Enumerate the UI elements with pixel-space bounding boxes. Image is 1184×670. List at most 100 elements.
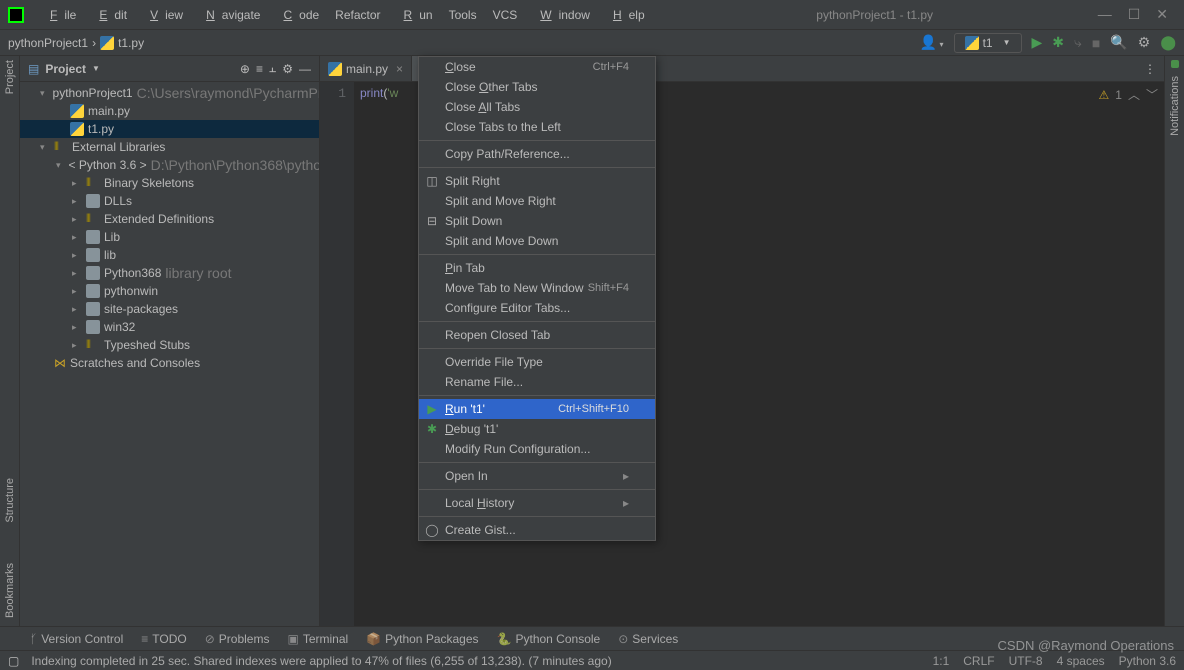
tree-node[interactable]: ⋈Scratches and Consoles: [20, 354, 319, 372]
notifications-icon[interactable]: ⬤: [1160, 34, 1176, 51]
status-cell[interactable]: 1:1: [933, 654, 950, 668]
minimize-button[interactable]: —: [1098, 6, 1112, 23]
context-item[interactable]: CloseCtrl+F4: [419, 57, 655, 77]
context-item[interactable]: Move Tab to New WindowShift+F4: [419, 278, 655, 298]
tool-version-control[interactable]: ᚶ Version Control: [30, 632, 123, 646]
tool-python-console[interactable]: 🐍 Python Console: [497, 632, 601, 646]
tree-node[interactable]: ▸Binary Skeletons: [20, 174, 319, 192]
inspection-widget[interactable]: ⚠ 1 ︿ ﹀: [1099, 86, 1158, 103]
structure-tool-button[interactable]: Structure: [4, 478, 16, 523]
menu-navigate[interactable]: Navigate: [192, 4, 267, 26]
chevron-down-icon[interactable]: ▼: [92, 64, 100, 73]
context-item[interactable]: Open In▸: [419, 466, 655, 486]
chevron-down-icon: ▼: [1003, 38, 1011, 47]
tool-problems[interactable]: ⊘ Problems: [205, 632, 270, 646]
tree-node[interactable]: ▸Extended Definitions: [20, 210, 319, 228]
tree-node[interactable]: t1.py: [20, 120, 319, 138]
context-item[interactable]: Copy Path/Reference...: [419, 144, 655, 164]
editor-tab[interactable]: main.py×: [320, 56, 412, 81]
menu-code[interactable]: Code: [269, 4, 326, 26]
tree-node[interactable]: ▾< Python 3.6 > D:\Python\Python368\pyth…: [20, 156, 319, 174]
menu-help[interactable]: Help: [599, 4, 652, 26]
context-item[interactable]: Split and Move Down: [419, 231, 655, 251]
menu-view[interactable]: View: [136, 4, 190, 26]
context-item[interactable]: Local History▸: [419, 493, 655, 513]
context-item[interactable]: ◯Create Gist...: [419, 520, 655, 540]
tree-node[interactable]: ▾pythonProject1 C:\Users\raymond\Pycharm…: [20, 84, 319, 102]
breadcrumb-project[interactable]: pythonProject1: [8, 36, 88, 50]
context-item[interactable]: ◫Split Right: [419, 171, 655, 191]
tree-node[interactable]: main.py: [20, 102, 319, 120]
context-item[interactable]: Rename File...: [419, 372, 655, 392]
tree-node[interactable]: ▸lib: [20, 246, 319, 264]
project-tree[interactable]: ▾pythonProject1 C:\Users\raymond\Pycharm…: [20, 82, 319, 626]
status-cell[interactable]: CRLF: [963, 654, 994, 668]
close-tab-icon[interactable]: ×: [396, 62, 403, 76]
notifications-indicator-icon[interactable]: [1171, 60, 1179, 68]
tree-node[interactable]: ▾External Libraries: [20, 138, 319, 156]
chevron-down-icon[interactable]: ﹀: [1146, 86, 1158, 103]
tool-services[interactable]: ⊙ Services: [618, 632, 678, 646]
search-icon[interactable]: 🔍: [1110, 34, 1127, 51]
status-cell[interactable]: UTF-8: [1009, 654, 1043, 668]
menu-tools[interactable]: Tools: [442, 4, 484, 26]
context-item[interactable]: Split and Move Right: [419, 191, 655, 211]
project-tool-button[interactable]: Project: [4, 60, 16, 94]
context-item[interactable]: Pin Tab: [419, 258, 655, 278]
tool-python-packages[interactable]: 📦 Python Packages: [366, 632, 478, 646]
run-button[interactable]: ▶: [1032, 34, 1043, 51]
tabs-more-icon[interactable]: ⋮: [1136, 62, 1164, 76]
breadcrumb-file[interactable]: t1.py: [118, 36, 144, 50]
gear-icon[interactable]: ⚙: [1138, 34, 1151, 51]
breadcrumb[interactable]: pythonProject1 › t1.py: [8, 36, 144, 50]
menu-window[interactable]: Window: [526, 4, 597, 26]
tree-node[interactable]: ▸pythonwin: [20, 282, 319, 300]
tree-node[interactable]: ▸win32: [20, 318, 319, 336]
expand-all-icon[interactable]: ≡: [256, 62, 263, 76]
stop-button[interactable]: ■: [1092, 35, 1100, 51]
debug-button[interactable]: ✱: [1052, 34, 1064, 51]
tool-todo[interactable]: ≡ TODO: [141, 632, 186, 646]
close-button[interactable]: ✕: [1156, 6, 1168, 23]
menu-edit[interactable]: Edit: [85, 4, 134, 26]
window-title: pythonProject1 - t1.py: [652, 8, 1098, 22]
app-logo-icon: [8, 7, 24, 23]
menu-file[interactable]: File: [36, 4, 83, 26]
bookmarks-tool-button[interactable]: Bookmarks: [4, 563, 16, 618]
select-opened-icon[interactable]: ⊕: [240, 62, 250, 76]
context-item[interactable]: ▶Run 't1'Ctrl+Shift+F10: [419, 399, 655, 419]
notifications-tool-button[interactable]: Notifications: [1169, 76, 1181, 136]
run-config-selector[interactable]: t1 ▼: [954, 33, 1022, 53]
maximize-button[interactable]: ☐: [1128, 6, 1141, 23]
tree-node[interactable]: ▸Typeshed Stubs: [20, 336, 319, 354]
settings-icon[interactable]: ⚙: [282, 62, 293, 76]
context-item[interactable]: Reopen Closed Tab: [419, 325, 655, 345]
tree-node[interactable]: ▸DLLs: [20, 192, 319, 210]
add-person-icon[interactable]: 👤: [920, 34, 944, 51]
coverage-button[interactable]: ⤷: [1074, 34, 1082, 51]
tool-window-toggle-icon[interactable]: ▢: [8, 654, 19, 668]
chevron-up-icon[interactable]: ︿: [1128, 86, 1140, 103]
hide-icon[interactable]: —: [299, 62, 311, 76]
tree-node[interactable]: ▸Python368 library root: [20, 264, 319, 282]
context-item[interactable]: Close Tabs to the Left: [419, 117, 655, 137]
menu-refactor[interactable]: Refactor: [328, 4, 387, 26]
menu-run[interactable]: Run: [390, 4, 440, 26]
context-item[interactable]: Configure Editor Tabs...: [419, 298, 655, 318]
context-item[interactable]: Modify Run Configuration...: [419, 439, 655, 459]
collapse-all-icon[interactable]: ⫠: [269, 61, 276, 76]
context-item[interactable]: Close All Tabs: [419, 97, 655, 117]
tree-node[interactable]: ▸site-packages: [20, 300, 319, 318]
context-item[interactable]: ✱Debug 't1': [419, 419, 655, 439]
context-item[interactable]: Close Other Tabs: [419, 77, 655, 97]
context-item[interactable]: Override File Type: [419, 352, 655, 372]
title-bar: FileEditViewNavigateCodeRefactorRunTools…: [0, 0, 1184, 30]
watermark: CSDN @Raymond Operations: [998, 638, 1174, 653]
status-cell[interactable]: Python 3.6: [1119, 654, 1176, 668]
context-item[interactable]: ⊟Split Down: [419, 211, 655, 231]
status-cell[interactable]: 4 spaces: [1057, 654, 1105, 668]
tool-terminal[interactable]: ▣ Terminal: [287, 632, 348, 646]
menu-vcs[interactable]: VCS: [486, 4, 525, 26]
context-menu[interactable]: CloseCtrl+F4Close Other TabsClose All Ta…: [418, 56, 656, 541]
tree-node[interactable]: ▸Lib: [20, 228, 319, 246]
